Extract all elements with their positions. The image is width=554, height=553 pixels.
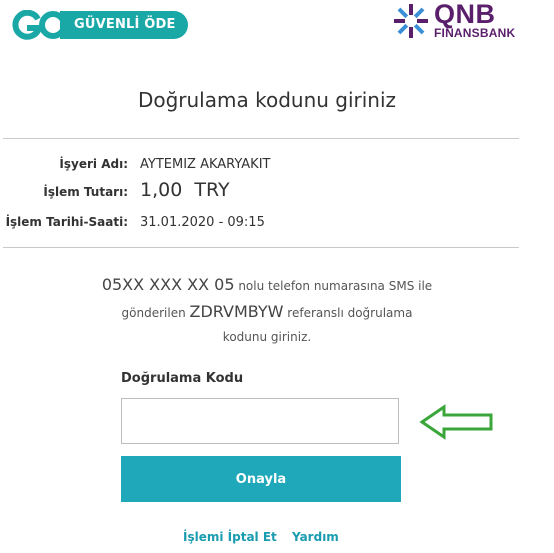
go-secure-pay-logo: GÜVENLİ ÖDE: [12, 10, 188, 40]
arrow-left-icon: [419, 404, 493, 440]
sms-message-line-2: gönderilen ZDRVMBYW referanslı doğrulama: [0, 302, 534, 321]
middle-divider: [3, 247, 519, 248]
sms-message-text-3: referanslı doğrulama: [283, 306, 413, 320]
datetime-value: 31.01.2020 - 09:15: [140, 215, 265, 230]
confirm-button[interactable]: Onayla: [121, 456, 401, 502]
masked-phone-number: 05XX XXX XX 05: [101, 275, 235, 294]
go-o-letter-icon: [39, 11, 67, 39]
page-title: Doğrulama kodunu giriniz: [137, 88, 397, 112]
sms-message-text-2: gönderilen: [121, 306, 190, 320]
finansbank-bank-subname: FINANSBANK: [434, 26, 516, 40]
verification-code-input[interactable]: [121, 398, 399, 444]
qnb-finansbank-logo: QNB FINANSBANK: [392, 0, 516, 40]
cancel-transaction-link[interactable]: İşlemi İptal Et: [183, 530, 277, 544]
amount-value: 1,00 TRY: [140, 179, 230, 201]
amount-label: İşlem Tutarı:: [43, 185, 128, 199]
help-link[interactable]: Yardım: [292, 530, 339, 544]
verification-code-label: Doğrulama Kodu: [121, 371, 244, 386]
qnb-star-icon: [394, 4, 428, 38]
top-divider: [3, 138, 519, 139]
sms-message-line-3: kodunu giriniz.: [222, 330, 312, 344]
reference-code: ZDRVMBYW: [189, 302, 284, 321]
datetime-label: İşlem Tarihi-Saati:: [5, 215, 128, 229]
merchant-row: İşyeri Adı: AYTEMIZ AKARYAKIT: [0, 157, 534, 179]
datetime-row: İşlem Tarihi-Saati: 31.01.2020 - 09:15: [0, 215, 534, 237]
go-logo-text: GÜVENLİ ÖDE: [60, 11, 188, 39]
merchant-value: AYTEMIZ AKARYAKIT: [140, 157, 271, 172]
amount-row: İşlem Tutarı: 1,00 TRY: [0, 179, 534, 207]
sms-message-text-1: nolu telefon numarasına SMS ile: [234, 279, 433, 293]
merchant-label: İşyeri Adı:: [59, 157, 128, 171]
sms-message-line-1: 05XX XXX XX 05 nolu telefon numarasına S…: [0, 275, 534, 294]
qnb-bank-name: QNB: [434, 0, 496, 29]
